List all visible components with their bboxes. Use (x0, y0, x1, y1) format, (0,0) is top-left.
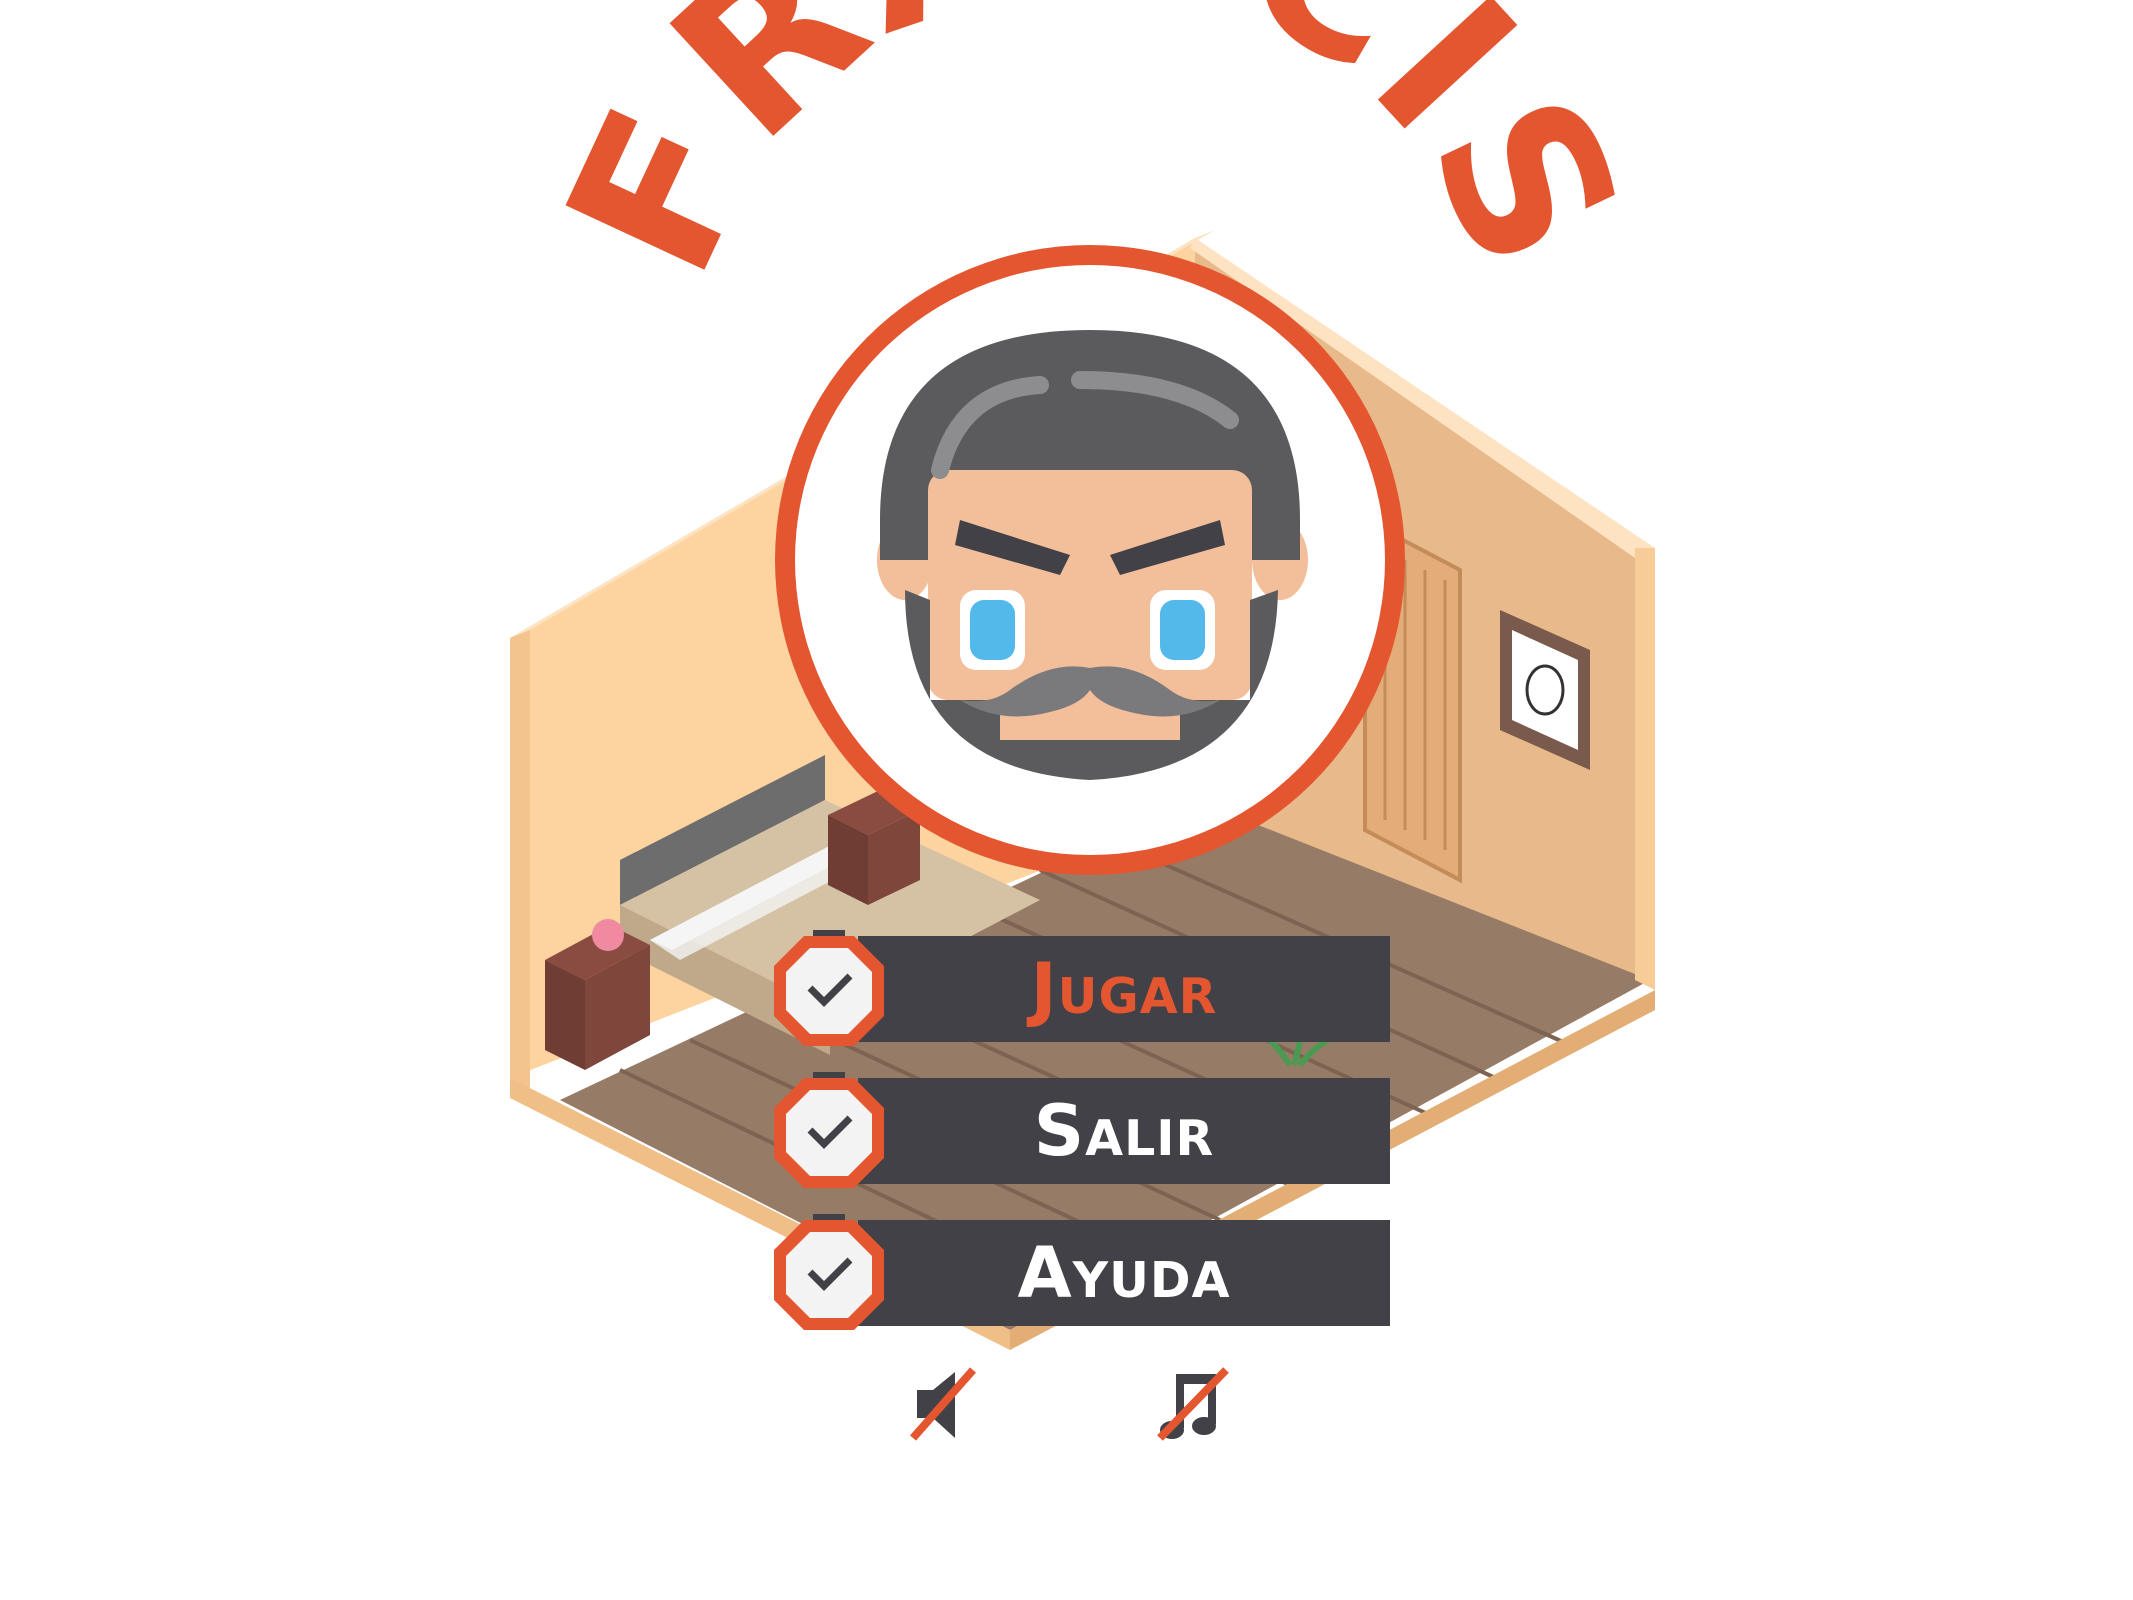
game-scene: FRANCIS (510, 0, 1664, 1350)
menu-button-salir[interactable]: Salir (768, 1072, 1390, 1188)
menu-button-ayuda[interactable]: Ayuda (768, 1214, 1390, 1330)
music-note-muted-icon (1157, 1367, 1229, 1441)
checkmark-badge (774, 1214, 884, 1330)
menu-label-ayuda: Ayuda (1017, 1232, 1231, 1314)
menu-label-salir: Salir (1033, 1090, 1215, 1172)
menu-button-jugar[interactable]: Jugar (768, 930, 1390, 1046)
menu-label-jugar: Jugar (1030, 948, 1218, 1030)
checkmark-badge (774, 1072, 884, 1188)
music-toggle-button[interactable] (1152, 1362, 1238, 1448)
checkmark-badge (774, 930, 884, 1046)
sound-toggle-button[interactable] (905, 1362, 991, 1448)
speaker-muted-icon (910, 1367, 976, 1441)
character-portrait (775, 245, 1405, 875)
